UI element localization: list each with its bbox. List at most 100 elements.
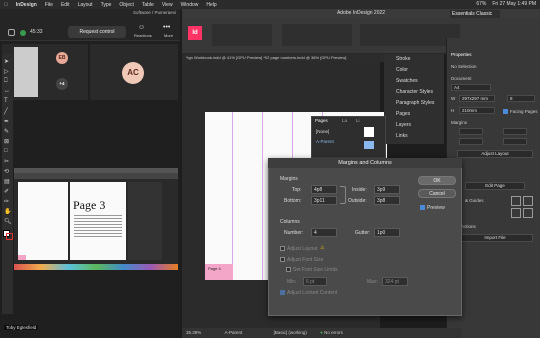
shield-icon[interactable] bbox=[8, 29, 15, 36]
height-label: H bbox=[451, 108, 455, 113]
panel-paragraph-styles[interactable]: Paragraph Styles bbox=[384, 98, 444, 109]
direct-selection-icon[interactable]: ▷ bbox=[4, 68, 9, 75]
adjust-layout-button[interactable]: Adjust Layout bbox=[457, 150, 533, 158]
top-margin-input[interactable]: 4p8 bbox=[311, 185, 337, 194]
control-fields bbox=[212, 24, 272, 46]
indesign-logo: Id bbox=[188, 26, 202, 40]
margin-field[interactable] bbox=[459, 138, 483, 145]
bottom-margin-input[interactable]: 3p11 bbox=[311, 196, 337, 205]
menu-window[interactable]: Window bbox=[181, 2, 199, 8]
gutter-input[interactable]: 1p0 bbox=[374, 228, 400, 237]
preflight-profile[interactable]: [Basic] (working) bbox=[274, 330, 307, 335]
scissors-tool-icon[interactable]: ✂ bbox=[4, 158, 9, 165]
cancel-button[interactable]: Cancel bbox=[418, 189, 456, 198]
menu-type[interactable]: Type bbox=[101, 2, 112, 8]
page-tool-icon[interactable]: ⎕ bbox=[4, 78, 8, 85]
pen-tool-icon[interactable]: ✒ bbox=[4, 118, 9, 125]
adjust-font-size-checkbox[interactable] bbox=[280, 257, 285, 262]
bottom-label: Bottom: bbox=[284, 198, 302, 204]
preview-checkbox[interactable] bbox=[420, 205, 425, 210]
apple-menu-icon[interactable]:  bbox=[4, 2, 8, 8]
inside-label: Inside: bbox=[352, 187, 367, 193]
min-font-input[interactable]: 6 pt bbox=[303, 277, 327, 286]
gradient-tool-icon[interactable]: ▤ bbox=[4, 178, 10, 185]
panel-character-styles[interactable]: Character Styles bbox=[384, 87, 444, 98]
zoom-level[interactable]: 35.39% bbox=[186, 330, 201, 335]
panel-swatches[interactable]: Swatches bbox=[384, 76, 444, 87]
parent-a-thumb[interactable] bbox=[364, 141, 374, 149]
more-label[interactable]: More bbox=[164, 33, 173, 38]
menu-file[interactable]: File bbox=[45, 2, 53, 8]
parent-a[interactable]: A-Parent bbox=[316, 139, 334, 144]
link-margins-icon[interactable] bbox=[340, 186, 346, 204]
menu-edit[interactable]: Edit bbox=[61, 2, 70, 8]
grid-icon[interactable] bbox=[511, 196, 521, 206]
more-icon[interactable]: ••• bbox=[163, 24, 170, 31]
max-label: Max: bbox=[367, 279, 378, 285]
request-control-button[interactable]: Request control bbox=[68, 26, 126, 38]
menu-view[interactable]: View bbox=[162, 2, 173, 8]
type-tool-icon[interactable]: T bbox=[4, 98, 8, 104]
selection-tool-icon[interactable]: ➤ bbox=[4, 58, 9, 65]
menu-help[interactable]: Help bbox=[206, 2, 216, 8]
ok-button[interactable]: OK bbox=[418, 176, 456, 185]
pages-count-field[interactable]: 8 bbox=[507, 95, 535, 102]
column-number-input[interactable]: 4 bbox=[311, 228, 337, 237]
panel-stroke[interactable]: Stroke bbox=[384, 54, 444, 65]
hand-tool-icon[interactable]: ✋ bbox=[4, 208, 11, 215]
document-tabs[interactable]: *ign Workbook.indd @ 41% [GPU Preview] *… bbox=[182, 54, 392, 62]
line-tool-icon[interactable]: ╱ bbox=[4, 108, 8, 115]
facing-pages-label: Facing Pages bbox=[510, 109, 538, 114]
menu-object[interactable]: Object bbox=[119, 2, 133, 8]
adjust-layout-label: Adjust Layout bbox=[287, 246, 318, 252]
height-field[interactable]: 210mm bbox=[459, 107, 495, 114]
outside-margin-input[interactable]: 3p8 bbox=[374, 196, 400, 205]
import-file-button[interactable]: Import File bbox=[457, 234, 533, 242]
guides-icon[interactable] bbox=[523, 196, 533, 206]
menu-app[interactable]: InDesign bbox=[16, 2, 37, 8]
menu-table[interactable]: Table bbox=[142, 2, 154, 8]
control-fields-2 bbox=[282, 24, 352, 46]
panel-pages[interactable]: Pages bbox=[384, 109, 444, 120]
margin-field[interactable] bbox=[503, 128, 527, 135]
page-size-select[interactable]: A4 bbox=[451, 84, 491, 91]
transform-tool-icon[interactable]: ⟲ bbox=[4, 168, 9, 175]
panel-layers[interactable]: Layers bbox=[384, 120, 444, 131]
page-number-label: Page 4 bbox=[208, 266, 221, 271]
facing-pages-checkbox[interactable] bbox=[503, 109, 508, 114]
pencil-tool-icon[interactable]: ✎ bbox=[4, 128, 9, 135]
snap-icon[interactable] bbox=[511, 208, 521, 218]
note-tool-icon[interactable]: ✐ bbox=[4, 188, 9, 195]
page-selector[interactable]: A-Parent bbox=[225, 330, 243, 335]
rectangle-tool-icon[interactable]: □ bbox=[4, 148, 8, 154]
panel-links[interactable]: Links bbox=[384, 131, 444, 142]
inside-margin-input[interactable]: 3p9 bbox=[374, 185, 400, 194]
stroke-swatch[interactable] bbox=[6, 233, 13, 240]
status-ok-icon: ● bbox=[320, 330, 323, 335]
panel-color[interactable]: Color bbox=[384, 65, 444, 76]
panel-dock: Stroke Color Swatches Character Styles P… bbox=[384, 54, 444, 144]
margin-field[interactable] bbox=[459, 128, 483, 135]
frame-tool-icon[interactable]: ⊠ bbox=[4, 138, 9, 145]
tab-pages[interactable]: Pages bbox=[315, 118, 328, 123]
parent-none[interactable]: [None] bbox=[316, 129, 329, 134]
eyedropper-tool-icon[interactable]: ✑ bbox=[4, 198, 9, 205]
workspace-switcher[interactable]: Essentials Classic bbox=[450, 10, 500, 18]
font-size-limits-checkbox[interactable] bbox=[286, 267, 291, 272]
more-participants[interactable]: +4 bbox=[56, 78, 68, 90]
adjust-locked-checkbox[interactable] bbox=[280, 290, 285, 295]
parent-none-thumb[interactable] bbox=[364, 127, 374, 137]
smart-guides-icon[interactable] bbox=[523, 208, 533, 218]
adjust-layout-checkbox[interactable] bbox=[280, 246, 285, 251]
reactions-icon[interactable]: ☺ bbox=[138, 24, 145, 31]
menu-layout[interactable]: Layout bbox=[78, 2, 93, 8]
edit-page-button[interactable]: Edit Page bbox=[465, 182, 525, 190]
width-field[interactable]: 297x297 mm bbox=[459, 95, 495, 102]
margin-field[interactable] bbox=[503, 138, 527, 145]
max-font-input[interactable]: 324 pt bbox=[382, 277, 408, 286]
zoom-tool-icon[interactable]: 🔍︎ bbox=[4, 218, 12, 225]
gap-tool-icon[interactable]: ↔ bbox=[4, 88, 10, 94]
tab-layers[interactable]: La bbox=[342, 118, 347, 123]
tab-links[interactable]: Li bbox=[356, 118, 360, 123]
reactions-label[interactable]: Reactions bbox=[134, 33, 152, 38]
